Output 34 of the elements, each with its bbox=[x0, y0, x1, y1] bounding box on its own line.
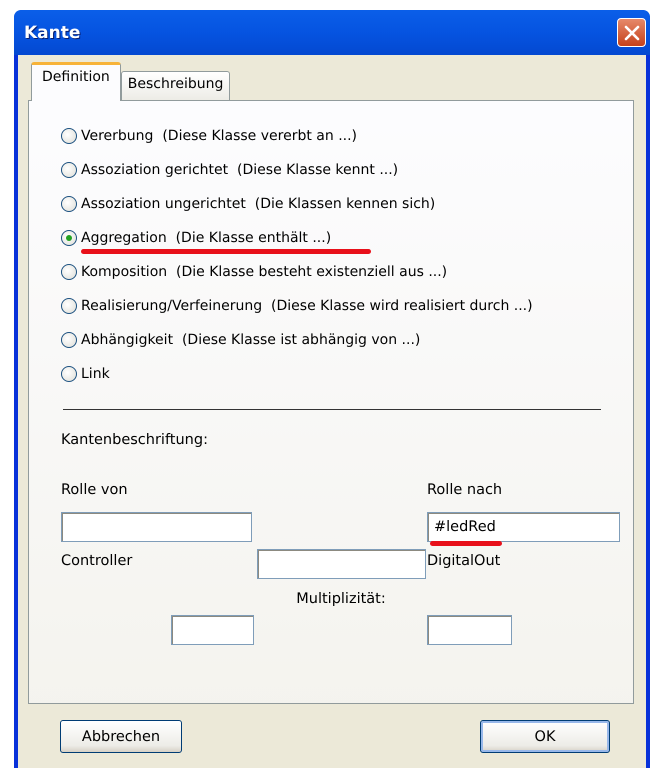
section-label: Kantenbeschriftung: bbox=[61, 432, 209, 448]
radio-label[interactable]: Realisierung/Verfeinerung (Diese Klasse wird realisiert durch ...) bbox=[81, 298, 533, 314]
radio-label[interactable]: Komposition (Die Klasse besteht existenziell aus ...) bbox=[81, 264, 448, 280]
field-label: Controller bbox=[61, 552, 134, 568]
field-label: Multiplizität: bbox=[296, 591, 386, 607]
radio-label[interactable]: Vererbung (Diese Klasse vererbt an ...) bbox=[81, 128, 358, 144]
radio-button[interactable] bbox=[61, 332, 77, 348]
dialog-button[interactable]: OK bbox=[480, 720, 610, 753]
radio-button[interactable] bbox=[61, 162, 77, 178]
radio-button[interactable] bbox=[61, 298, 77, 314]
radio-label[interactable]: Abhängigkeit (Diese Klasse ist abhängig von ...) bbox=[81, 332, 420, 348]
dialog-button[interactable]: Abbrechen bbox=[60, 720, 182, 753]
field-label: Rolle nach bbox=[427, 482, 504, 498]
radio-button[interactable] bbox=[61, 128, 77, 144]
radio-label[interactable]: Link bbox=[81, 366, 110, 382]
field-label: Rolle von bbox=[61, 482, 129, 498]
radio-label[interactable]: Assoziation gerichtet (Diese Klasse kennt ...) bbox=[81, 162, 398, 178]
radio-button[interactable] bbox=[61, 230, 77, 246]
close-icon bbox=[624, 24, 640, 40]
radio-button[interactable] bbox=[61, 366, 77, 382]
tab[interactable]: Definition bbox=[31, 62, 121, 101]
input-field[interactable] bbox=[257, 549, 426, 579]
radio-button[interactable] bbox=[61, 264, 77, 280]
window-title: Kante bbox=[24, 22, 80, 42]
close-button[interactable] bbox=[617, 18, 646, 47]
input-field[interactable] bbox=[427, 615, 512, 645]
input-field[interactable] bbox=[171, 615, 254, 645]
field-label: DigitalOut bbox=[427, 552, 502, 568]
input-field[interactable] bbox=[61, 512, 252, 542]
radio-label[interactable]: Aggregation (Die Klasse enthält ...) bbox=[81, 230, 332, 246]
radio-label[interactable]: Assoziation ungerichtet (Die Klassen kennen sich) bbox=[81, 196, 436, 212]
field-value: #ledRed bbox=[434, 519, 496, 535]
radio-button[interactable] bbox=[61, 196, 77, 212]
tab[interactable]: Beschreibung bbox=[120, 71, 230, 100]
